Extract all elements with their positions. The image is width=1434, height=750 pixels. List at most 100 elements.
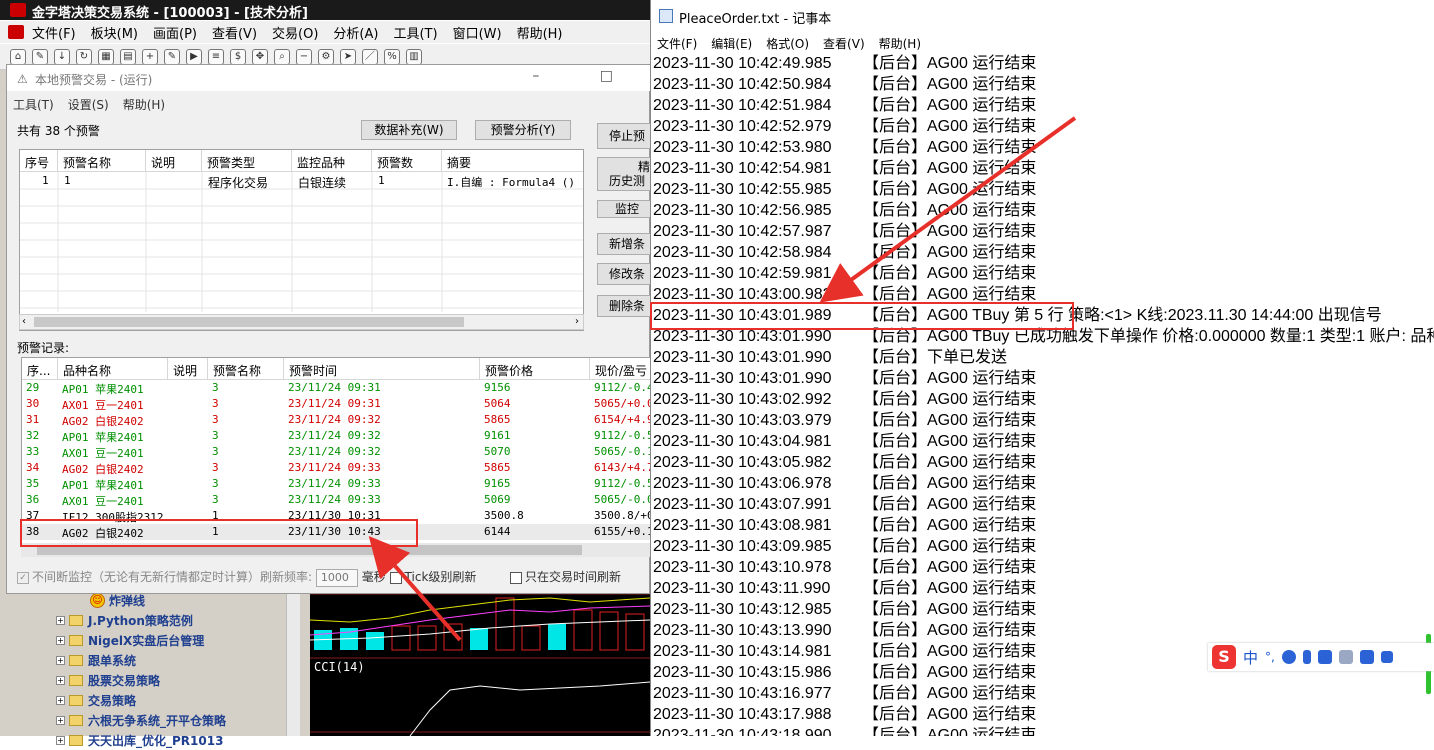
table-row[interactable]: 30 AX01 豆一2401 3 23/11/24 09:31 5064 5065/+0.… (22, 396, 650, 412)
notepad-menu-file[interactable]: 文件(F) (657, 35, 697, 52)
tree-item-python[interactable]: + J.Python策略范例 (56, 610, 193, 630)
add-condition-button[interactable]: 新增条 (597, 233, 657, 255)
menu-view[interactable]: 查看(V) (212, 23, 257, 42)
skin-icon[interactable] (1359, 650, 1374, 664)
rec-col-now[interactable]: 现价/盈亏 (590, 358, 650, 380)
emoji-icon[interactable] (1281, 650, 1296, 664)
keyboard-icon[interactable] (1317, 650, 1332, 664)
bar-tool-icon[interactable]: ▥ (406, 48, 422, 65)
sogou-logo-icon[interactable]: S (1212, 645, 1236, 669)
kline-chart-area[interactable]: CCI(14) (310, 590, 650, 736)
alert-menu-tools[interactable]: 工具(T) (13, 96, 54, 113)
notepad-menu-help[interactable]: 帮助(H) (879, 35, 921, 52)
tree-item-copy-trade[interactable]: + 跟单系统 (56, 650, 136, 670)
alert-menu-settings[interactable]: 设置(S) (68, 96, 109, 113)
refresh-icon[interactable]: ↻ (76, 48, 92, 65)
app-menu-icon[interactable] (8, 25, 24, 39)
expand-icon[interactable]: + (56, 655, 65, 665)
expand-icon[interactable]: + (56, 635, 65, 645)
alert-menu-help[interactable]: 帮助(H) (123, 96, 165, 113)
records-hscrollbar[interactable] (21, 543, 651, 557)
expand-icon[interactable]: + (56, 695, 65, 705)
rec-col-price[interactable]: 预警价格 (480, 358, 590, 380)
menu-file[interactable]: 文件(F) (32, 23, 76, 42)
col-header-symbol[interactable]: 监控品种 (292, 150, 372, 172)
col-header-no[interactable]: 序号 (20, 150, 58, 172)
menu-analysis[interactable]: 分析(A) (333, 23, 378, 42)
expand-icon[interactable]: + (56, 675, 65, 685)
notepad-menu-view[interactable]: 查看(V) (823, 35, 865, 52)
col-header-summary[interactable]: 摘要 (442, 150, 583, 172)
doc-icon[interactable]: ≡ (208, 48, 224, 65)
rec-col-no[interactable]: 序... (22, 358, 58, 380)
monitor-button[interactable]: 监控 (597, 200, 657, 218)
modify-condition-button[interactable]: 修改条 (597, 263, 657, 285)
notepad-menu-format[interactable]: 格式(O) (766, 35, 809, 52)
rec-col-time[interactable]: 预警时间 (284, 358, 480, 380)
tree-scrollbar[interactable] (286, 590, 300, 736)
data-fill-button[interactable]: 数据补充(W) (361, 120, 457, 140)
pointer-icon[interactable]: ➤ (340, 48, 356, 65)
home-icon[interactable]: ⌂ (10, 48, 26, 65)
rec-col-alert-name[interactable]: 预警名称 (208, 358, 284, 380)
alert-analysis-button[interactable]: 预警分析(Y) (475, 120, 571, 140)
line-tool-icon[interactable]: ／ (362, 48, 378, 65)
menu-trade[interactable]: 交易(O) (272, 23, 318, 42)
table-row[interactable]: 31 AG02 白银2402 3 23/11/24 09:32 5865 6154/+4.… (22, 412, 650, 428)
scroll-thumb[interactable] (37, 545, 582, 555)
table-row[interactable]: 35 AP01 苹果2401 3 23/11/24 09:33 9165 9112/-0.… (22, 476, 650, 492)
scroll-thumb[interactable] (34, 317, 464, 327)
table-row[interactable]: 33 AX01 豆一2401 3 23/11/24 09:32 5070 5065/-0.… (22, 444, 650, 460)
notepad-text-area[interactable]: 2023-11-30 10:42:49.985 【后台】AG00 运行结束 2023… (653, 53, 1434, 736)
grid-icon[interactable]: ▦ (98, 48, 114, 65)
settings-icon[interactable]: ⚙ (318, 48, 334, 65)
expand-icon[interactable]: + (56, 615, 65, 625)
user-icon[interactable] (1338, 650, 1353, 664)
download-icon[interactable]: ↓ (54, 48, 70, 65)
tree-item-six-roots[interactable]: + 六根无争系统_开平仓策略 (56, 710, 226, 730)
play-icon[interactable]: ▶ (186, 48, 202, 65)
menu-screen[interactable]: 画面(P) (153, 23, 197, 42)
menu-sector[interactable]: 板块(M) (91, 23, 138, 42)
col-header-alert-type[interactable]: 预警类型 (202, 150, 292, 172)
menu-tools[interactable]: 工具(T) (393, 23, 437, 42)
magnify-icon[interactable]: ⌕ (274, 48, 290, 65)
rec-col-symbol[interactable]: 品种名称 (58, 358, 168, 380)
table-row[interactable]: 38 AG02 白银2402 1 23/11/30 10:43 6144 6155/+0.… (22, 524, 650, 540)
scroll-left-icon[interactable]: ‹ (22, 316, 26, 327)
expand-icon[interactable]: + (56, 735, 65, 745)
tick-refresh-checkbox[interactable] (389, 571, 402, 584)
table-row[interactable]: 29 AP01 苹果2401 3 23/11/24 09:31 9156 9112/-0.… (22, 380, 650, 396)
table-row[interactable]: 32 AP01 苹果2401 3 23/11/24 09:32 9161 9112/-0.… (22, 428, 650, 444)
chart-icon[interactable]: ▤ (120, 48, 136, 65)
scroll-right-icon[interactable]: › (575, 316, 579, 327)
pencil-icon[interactable]: ✎ (32, 48, 48, 65)
col-header-desc[interactable]: 说明 (146, 150, 202, 172)
ime-lang-toggle[interactable]: 中 (1243, 647, 1258, 668)
tree-item-stock-strategy[interactable]: + 股票交易策略 (56, 670, 160, 690)
continuous-monitor-checkbox[interactable]: ✓ (17, 571, 29, 584)
rec-col-desc[interactable]: 说明 (168, 358, 208, 380)
move-icon[interactable]: ✥ (252, 48, 268, 65)
expand-icon[interactable]: + (56, 715, 65, 725)
notepad-menu-edit[interactable]: 编辑(E) (711, 35, 752, 52)
col-header-alert-name[interactable]: 预警名称 (58, 150, 146, 172)
menu-window[interactable]: 窗口(W) (453, 23, 502, 42)
alert-list-hscrollbar[interactable]: ‹ › (19, 314, 584, 330)
table-row[interactable]: 34 AG02 白银2402 3 23/11/24 09:33 5865 6143/+4.… (22, 460, 650, 476)
menu-help[interactable]: 帮助(H) (517, 23, 563, 42)
percent-icon[interactable]: % (384, 48, 400, 65)
window-controls[interactable]: – □ (532, 68, 641, 84)
table-row[interactable]: 37 IF12 300股指2312 1 23/11/30 10:31 3500.8 350… (22, 508, 650, 524)
precise-history-button[interactable]: 精 历史测 (597, 157, 657, 191)
tree-item-daily[interactable]: + 天天出库_优化_PR1013 (56, 730, 223, 750)
col-header-count[interactable]: 预警数 (372, 150, 442, 172)
ime-punct-toggle[interactable]: °, (1265, 650, 1275, 664)
delete-condition-button[interactable]: 删除条 (597, 295, 657, 317)
edit-icon[interactable]: ✎ (164, 48, 180, 65)
microphone-icon[interactable] (1302, 650, 1311, 664)
refresh-rate-input[interactable]: 1000 (315, 568, 358, 587)
dollar-icon[interactable]: $ (230, 48, 246, 65)
stop-alert-button[interactable]: 停止预 (597, 123, 657, 149)
table-row[interactable]: 36 AX01 豆一2401 3 23/11/24 09:33 5069 5065/-0.… (22, 492, 650, 508)
